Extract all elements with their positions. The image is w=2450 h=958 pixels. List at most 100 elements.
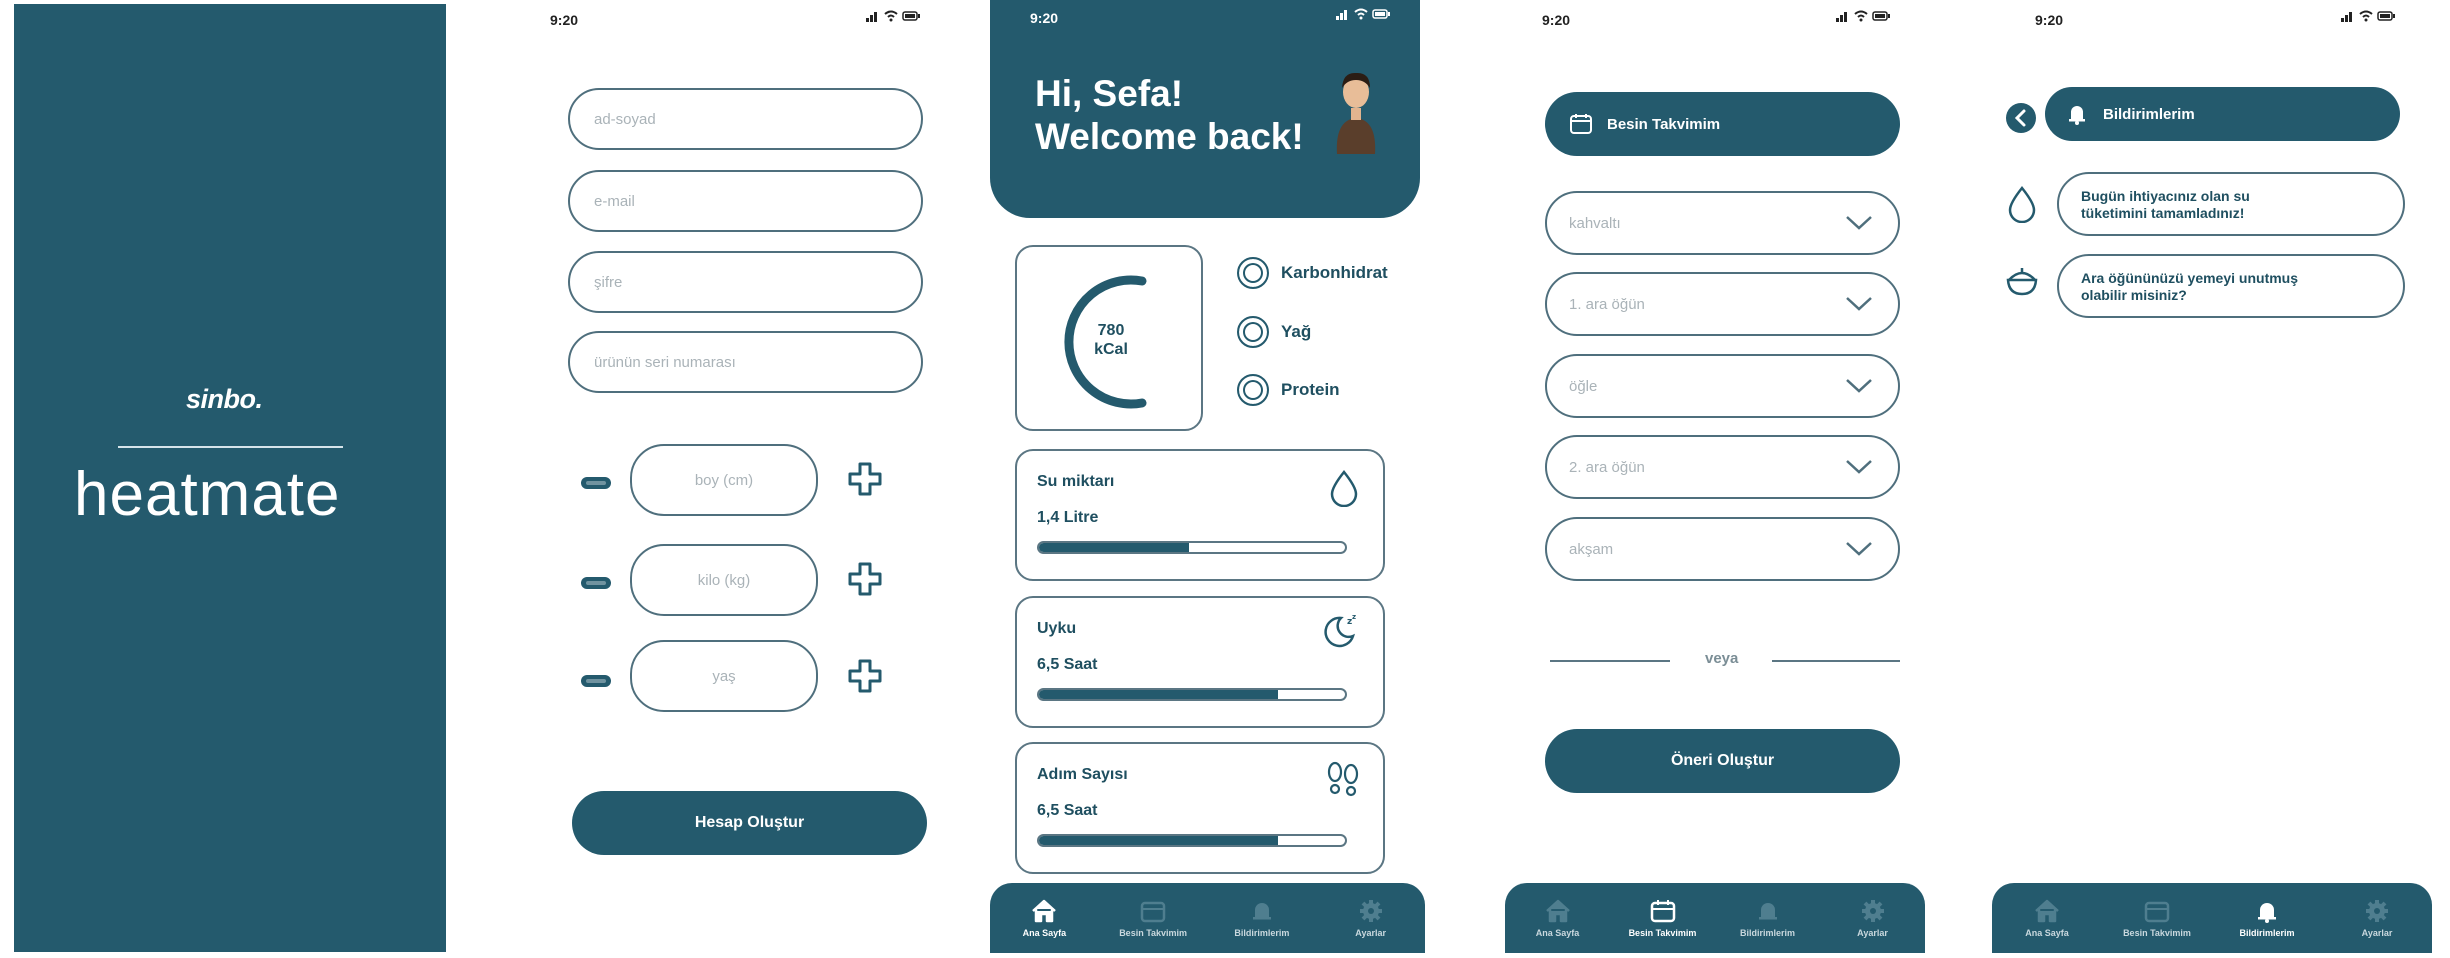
splash-screen: sinbo. heatmate: [14, 4, 446, 952]
tab-settings[interactable]: Ayarlar: [2332, 899, 2422, 938]
tab-label: Ana Sayfa: [2025, 927, 2069, 938]
greeting-line-2: Welcome back!: [1035, 116, 1304, 157]
macro-protein[interactable]: Protein: [1237, 374, 1340, 406]
tab-food-calendar[interactable]: Besin Takvimim: [2112, 899, 2202, 938]
water-card[interactable]: Su miktarı 1,4 Litre: [1015, 449, 1385, 581]
meal-select-snack-1[interactable]: 1. ara öğün: [1545, 272, 1900, 336]
avatar[interactable]: [1325, 62, 1387, 154]
signal-icon: [2341, 12, 2352, 22]
macro-label: Karbonhidrat: [1281, 263, 1388, 282]
or-label: veya: [1705, 650, 1739, 667]
name-input[interactable]: ad-soyad: [568, 88, 923, 150]
email-input[interactable]: e-mail: [568, 170, 923, 232]
water-drop-icon: [2008, 185, 2036, 223]
weight-increase-button[interactable]: [848, 562, 882, 596]
meal-label: akşam: [1569, 540, 1614, 558]
age-increase-button[interactable]: [848, 659, 882, 693]
calorie-card[interactable]: 780 kCal: [1015, 245, 1203, 431]
sleep-progress: [1037, 688, 1347, 701]
home-screen: 9:20 Hi, Sefa! Welcome back! 780 kCal Ka…: [985, 0, 1430, 958]
status-icons: [2341, 10, 2395, 22]
radio-icon: [1237, 257, 1269, 289]
chevron-down-icon: [1846, 460, 1872, 474]
bell-icon: [1252, 902, 1271, 919]
calendar-icon: [2144, 901, 2170, 922]
calorie-unit: kCal: [1094, 341, 1128, 358]
macro-carbs[interactable]: Karbonhidrat: [1237, 257, 1388, 289]
tab-label: Ana Sayfa: [1535, 927, 1580, 938]
steps-value: 6,5 Saat: [1037, 802, 1098, 819]
tab-home[interactable]: Ana Sayfa: [2002, 899, 2092, 938]
notification-text-line: Bugün ihtiyacınız olan su: [2081, 188, 2250, 204]
water-value: 1,4 Litre: [1037, 509, 1099, 526]
wifi-icon: [2359, 10, 2373, 22]
notification-item[interactable]: Ara öğününüzü yemeyi unutmuş olabilir mi…: [2057, 254, 2405, 318]
tab-home[interactable]: Ana Sayfa: [1513, 899, 1603, 938]
battery-icon: [2377, 11, 2395, 21]
meal-label: 2. ara öğün: [1569, 458, 1645, 476]
wifi-icon: [1854, 10, 1868, 22]
meal-label: kahvaltı: [1569, 214, 1621, 232]
calendar-header[interactable]: Besin Takvimim: [1545, 92, 1900, 156]
food-bowl-icon: [2006, 268, 2038, 296]
minus-icon: [581, 577, 611, 589]
height-decrease-button[interactable]: [580, 475, 612, 491]
gear-icon: [1359, 899, 1382, 922]
moon-sleep-icon: zz: [1324, 613, 1356, 648]
gear-icon: [1861, 899, 1884, 922]
battery-icon: [902, 11, 920, 21]
radio-icon: [1237, 316, 1269, 348]
wifi-icon: [884, 10, 898, 22]
macro-label: Protein: [1281, 380, 1340, 399]
notifications-header-label: Bildirimlerim: [2103, 105, 2195, 123]
calendar-icon: [1570, 114, 1592, 134]
tab-food-calendar[interactable]: Besin Takvimim: [1618, 899, 1708, 938]
radio-icon: [1237, 374, 1269, 406]
tab-bar: Ana Sayfa Besin Takvimim Bildirimlerim A…: [1992, 883, 2432, 953]
tab-notifications[interactable]: Bildirimlerim: [1217, 899, 1307, 938]
tab-settings[interactable]: Ayarlar: [1326, 899, 1416, 938]
steps-card[interactable]: Adım Sayısı 6,5 Saat: [1015, 742, 1385, 874]
sleep-card[interactable]: Uyku 6,5 Saat zz: [1015, 596, 1385, 728]
status-time: 9:20: [2035, 12, 2064, 28]
back-icon[interactable]: [2005, 102, 2037, 134]
create-suggestion-button[interactable]: Öneri Oluştur: [1545, 729, 1900, 793]
tab-notifications[interactable]: Bildirimlerim: [2222, 899, 2312, 938]
tab-label: Ayarlar: [1857, 927, 1888, 938]
signal-icon: [866, 12, 877, 22]
tab-label: Ayarlar: [2361, 927, 2393, 938]
weight-input[interactable]: kilo (kg): [630, 544, 818, 616]
brand-logo-small: sinbo.: [186, 384, 263, 414]
bell-icon: [2069, 106, 2085, 125]
status-bar: 9:20: [990, 8, 1420, 32]
height-input[interactable]: boy (cm): [630, 444, 818, 516]
notification-item[interactable]: Bugün ihtiyacınız olan su tüketimini tam…: [2057, 172, 2405, 236]
tab-food-calendar[interactable]: Besin Takvimim: [1108, 899, 1198, 938]
meal-select-breakfast[interactable]: kahvaltı: [1545, 191, 1900, 255]
meal-label: 1. ara öğün: [1569, 295, 1645, 313]
meal-select-lunch[interactable]: öğle: [1545, 354, 1900, 418]
battery-icon: [1872, 11, 1890, 21]
home-icon: [2035, 899, 2059, 922]
wifi-icon: [1354, 8, 1368, 20]
age-input[interactable]: yaş: [630, 640, 818, 712]
meal-select-dinner[interactable]: akşam: [1545, 517, 1900, 581]
tab-notifications[interactable]: Bildirimlerim: [1723, 899, 1813, 938]
tab-settings[interactable]: Ayarlar: [1828, 899, 1918, 938]
chevron-down-icon: [1846, 379, 1872, 393]
weight-decrease-button[interactable]: [580, 575, 612, 591]
brand-logo-heatmate: heatmate: [74, 460, 341, 529]
macro-fat[interactable]: Yağ: [1237, 316, 1311, 348]
steps-progress: [1037, 834, 1347, 847]
serial-number-input[interactable]: ürünün seri numarası: [568, 331, 923, 393]
status-bar: 9:20: [530, 10, 940, 34]
tab-home[interactable]: Ana Sayfa: [999, 899, 1089, 938]
meal-select-snack-2[interactable]: 2. ara öğün: [1545, 435, 1900, 499]
sleep-title: Uyku: [1037, 620, 1077, 637]
password-input[interactable]: şifre: [568, 251, 923, 313]
calorie-number: 780: [1097, 322, 1125, 339]
age-decrease-button[interactable]: [580, 673, 612, 689]
create-account-button[interactable]: Hesap Oluştur: [572, 791, 927, 855]
height-increase-button[interactable]: [848, 462, 882, 496]
greeting-line-1: Hi, Sefa!: [1035, 73, 1184, 114]
